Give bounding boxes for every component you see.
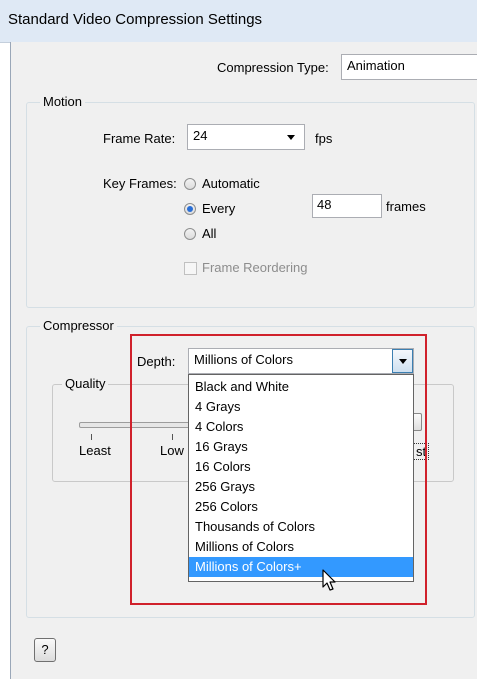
help-button[interactable]: ? (34, 638, 56, 662)
dropdown-arrow-icon (287, 135, 295, 140)
frame-rate-label: Frame Rate: (103, 131, 176, 146)
option-automatic-label: Automatic (202, 176, 260, 191)
help-button-label: ? (41, 642, 49, 657)
compressor-legend: Compressor (40, 318, 117, 333)
frame-reordering-label: Frame Reordering (202, 260, 308, 275)
compression-type-select[interactable]: Animation (341, 54, 477, 80)
quality-label-least: Least (79, 443, 111, 458)
window-title: Standard Video Compression Settings (8, 11, 263, 28)
fps-label: fps (315, 131, 333, 146)
frames-label: frames (386, 199, 426, 214)
quality-tick-least (91, 434, 92, 440)
quality-legend: Quality (62, 376, 109, 391)
frame-reordering-checkbox[interactable] (184, 262, 197, 275)
frame-rate-value: 24 (193, 128, 208, 143)
frame-rate-select[interactable]: 24 (187, 124, 305, 150)
option-every-label: Every (202, 201, 236, 216)
every-frames-value: 48 (317, 197, 332, 212)
compression-type-label: Compression Type: (217, 60, 329, 75)
option-all-label: All (202, 226, 217, 241)
radio-every[interactable] (184, 203, 196, 215)
every-frames-input[interactable]: 48 (312, 194, 382, 218)
key-frames-label: Key Frames: (103, 176, 177, 191)
radio-automatic[interactable] (184, 178, 196, 190)
motion-legend: Motion (40, 94, 86, 109)
highlight-annotation-box (130, 334, 427, 605)
compression-type-value: Animation (347, 58, 405, 73)
title-bar: Standard Video Compression Settings (0, 0, 477, 43)
radio-all[interactable] (184, 228, 196, 240)
